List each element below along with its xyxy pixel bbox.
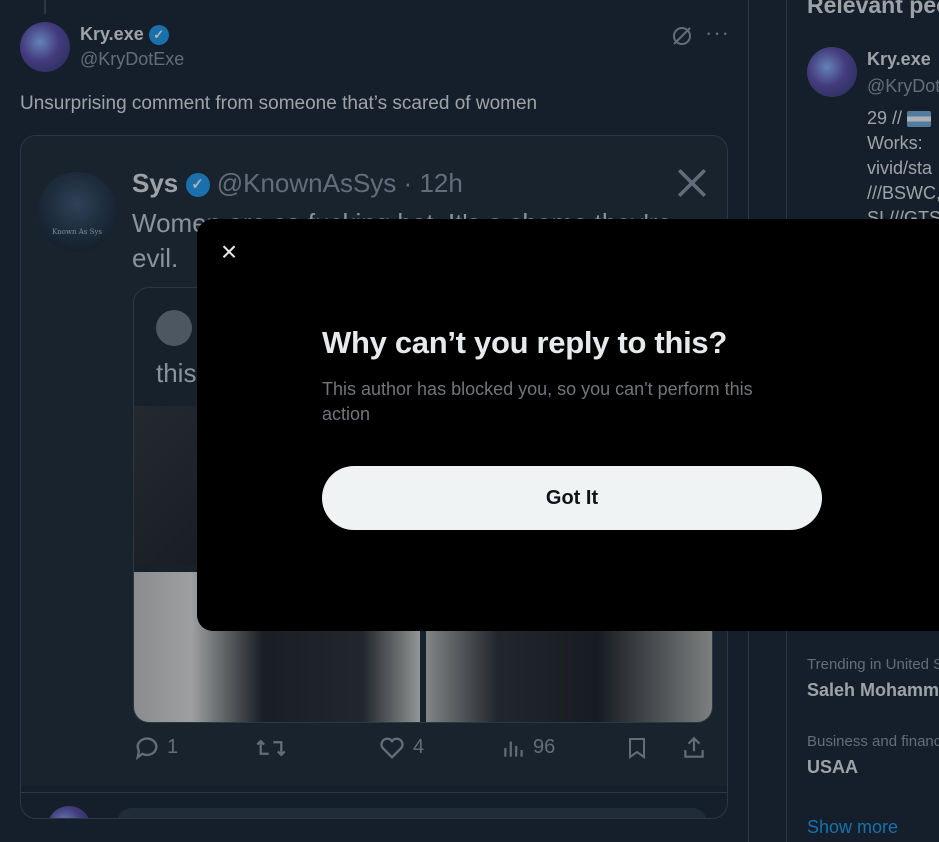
- blocked-reply-dialog: × Why can’t you reply to this? This auth…: [197, 219, 939, 631]
- got-it-button[interactable]: Got It: [322, 466, 822, 530]
- close-icon[interactable]: ×: [215, 238, 243, 267]
- dialog-title: Why can’t you reply to this?: [322, 325, 727, 360]
- dialog-body: This author has blocked you, so you can'…: [322, 379, 753, 424]
